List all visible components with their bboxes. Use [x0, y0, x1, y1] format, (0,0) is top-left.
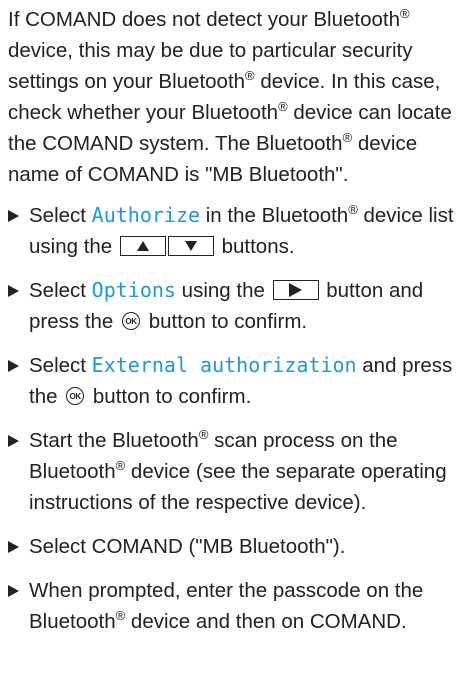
display-text-authorize: Authorize — [91, 203, 201, 227]
manual-page: If COMAND does not detect your Bluetooth… — [8, 4, 460, 637]
arrow-up-button-icon — [119, 235, 166, 256]
bullet-triangle-icon — [8, 285, 19, 297]
registered-mark: ® — [348, 202, 358, 218]
arrow-keys-group — [119, 235, 214, 256]
step-text: Select — [29, 354, 92, 377]
step-text: Start the Bluetooth — [29, 429, 199, 452]
arrow-right-key — [272, 279, 319, 300]
step-select-comand: Select COMAND ("MB Bluetooth"). — [8, 531, 460, 562]
arrow-right-button-icon — [272, 279, 319, 300]
step-text: Select COMAND ("MB Bluetooth"). — [29, 535, 346, 558]
ok-button-icon: OK — [66, 387, 85, 406]
intro-paragraph: If COMAND does not detect your Bluetooth… — [8, 4, 460, 190]
registered-mark: ® — [342, 130, 353, 146]
display-text-external-authorization: External authorization — [91, 353, 357, 377]
step-text: Select — [29, 279, 92, 302]
registered-mark: ® — [399, 6, 410, 22]
step-enter-passcode: When prompted, enter the passcode on the… — [8, 575, 460, 637]
step-external-authorization: Select External authorization and press … — [8, 350, 460, 412]
step-text: using the — [175, 279, 271, 302]
step-text: Select — [29, 204, 92, 227]
step-text: in the Bluetooth — [200, 204, 349, 227]
registered-mark: ® — [115, 608, 126, 624]
step-select-options: Select Options using the button and pres… — [8, 275, 460, 337]
display-text-options: Options — [91, 278, 176, 302]
arrow-down-button-icon — [167, 235, 214, 256]
bullet-triangle-icon — [8, 360, 19, 372]
intro-text-1: If COMAND does not detect your Bluetooth — [8, 8, 400, 31]
bullet-triangle-icon — [8, 435, 19, 447]
bullet-triangle-icon — [8, 585, 19, 597]
bullet-triangle-icon — [8, 210, 19, 222]
registered-mark: ® — [278, 99, 288, 115]
step-select-authorize: Select Authorize in the Bluetooth® devic… — [8, 200, 460, 262]
registered-mark: ® — [198, 427, 209, 443]
step-text: button to confirm. — [87, 385, 252, 408]
step-text: device and then on COMAND. — [125, 610, 407, 633]
steps-list: Select Authorize in the Bluetooth® devic… — [8, 200, 460, 637]
bullet-triangle-icon — [8, 541, 19, 553]
registered-mark: ® — [245, 68, 255, 84]
step-text: button to confirm. — [143, 310, 308, 333]
registered-mark: ® — [115, 458, 126, 474]
ok-button-icon: OK — [122, 312, 141, 331]
step-text: buttons. — [215, 235, 295, 258]
step-start-scan: Start the Bluetooth® scan process on the… — [8, 425, 460, 518]
